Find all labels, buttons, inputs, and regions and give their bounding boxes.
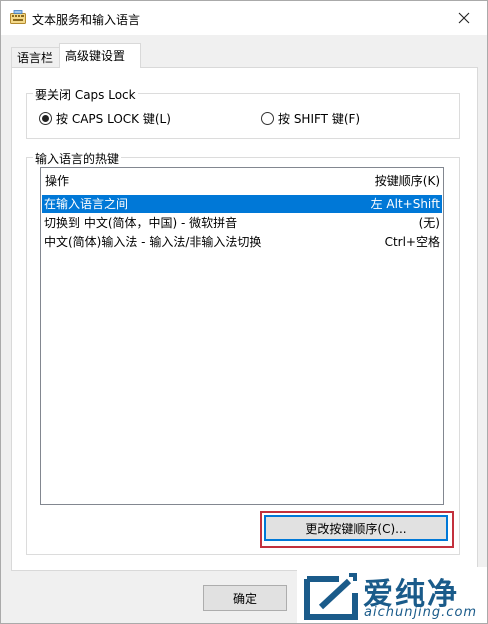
advanced-key-settings-page: 要关闭 Caps Lock 按 CAPS LOCK 键(L) 按 SHIFT 键… bbox=[11, 67, 478, 571]
window-title: 文本服务和输入语言 bbox=[32, 13, 141, 27]
hotkey-keys: Ctrl+空格 bbox=[384, 235, 440, 249]
hotkey-keys: 左 Alt+Shift bbox=[370, 197, 440, 211]
close-icon bbox=[458, 12, 470, 24]
watermark: 爱纯净 aichunjing.com bbox=[297, 567, 487, 623]
watermark-url: aichunjing.com bbox=[364, 605, 478, 620]
radio-unchecked-icon bbox=[261, 112, 274, 125]
tab-language-bar[interactable]: 语言栏 bbox=[11, 47, 61, 68]
dialog-window: 文本服务和输入语言 语言栏 高级键设置 要关闭 Caps Lock 按 CAPS… bbox=[0, 0, 488, 624]
close-button[interactable] bbox=[441, 1, 487, 35]
tab-advanced-key-settings-label: 高级键设置 bbox=[65, 49, 126, 63]
change-key-sequence-button-label: 更改按键顺序(C)... bbox=[305, 521, 407, 536]
change-key-sequence-button[interactable]: 更改按键顺序(C)... bbox=[264, 515, 448, 541]
tab-advanced-key-settings[interactable]: 高级键设置 bbox=[59, 43, 141, 68]
column-action-header[interactable]: 操作 bbox=[45, 172, 69, 189]
caps-lock-key-radio[interactable]: 按 CAPS LOCK 键(L) bbox=[39, 110, 171, 127]
hotkey-action: 中文(简体)输入法 - 输入法/非输入法切换 bbox=[44, 235, 262, 249]
hotkey-action: 在输入语言之间 bbox=[44, 197, 129, 211]
caps-lock-group: 要关闭 Caps Lock 按 CAPS LOCK 键(L) 按 SHIFT 键… bbox=[26, 86, 460, 139]
shift-key-radio-label: 按 SHIFT 键(F) bbox=[278, 112, 361, 126]
watermark-logo-icon bbox=[304, 573, 358, 620]
hotkey-action: 切换到 中文(简体，中国) - 微软拼音 bbox=[44, 216, 238, 230]
hotkeys-group-legend: 输入语言的热键 bbox=[33, 150, 122, 167]
tab-language-bar-label: 语言栏 bbox=[17, 51, 54, 65]
ok-button[interactable]: 确定 bbox=[203, 585, 287, 611]
hotkey-keys: (无) bbox=[418, 216, 440, 230]
hotkeys-list-header: 操作 按键顺序(K) bbox=[41, 168, 443, 190]
hotkeys-list[interactable]: 操作 按键顺序(K) 在输入语言之间 左 Alt+Shift 切换到 中文(简体… bbox=[40, 167, 444, 505]
shift-key-radio[interactable]: 按 SHIFT 键(F) bbox=[261, 110, 360, 127]
column-key-sequence-header[interactable]: 按键顺序(K) bbox=[375, 172, 440, 189]
ok-button-label: 确定 bbox=[232, 591, 257, 606]
text-services-icon bbox=[10, 10, 26, 24]
radio-checked-icon bbox=[39, 112, 52, 125]
caps-lock-key-radio-label: 按 CAPS LOCK 键(L) bbox=[56, 112, 171, 126]
hotkey-row[interactable]: 中文(简体)输入法 - 输入法/非输入法切换 Ctrl+空格 bbox=[42, 233, 442, 251]
title-bar[interactable]: 文本服务和输入语言 bbox=[1, 1, 487, 35]
hotkey-row[interactable]: 切换到 中文(简体，中国) - 微软拼音 (无) bbox=[42, 214, 442, 232]
caps-lock-group-legend: 要关闭 Caps Lock bbox=[33, 86, 138, 103]
hotkey-row[interactable]: 在输入语言之间 左 Alt+Shift bbox=[42, 195, 442, 213]
